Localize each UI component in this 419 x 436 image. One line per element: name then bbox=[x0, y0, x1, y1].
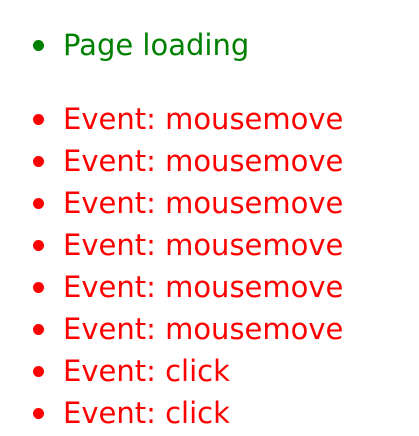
status-item: Page loading bbox=[0, 24, 419, 66]
event-text: Event: click bbox=[63, 396, 230, 430]
event-text: Event: mousemove bbox=[63, 102, 344, 136]
bullet-icon bbox=[33, 366, 44, 377]
bullet-icon bbox=[33, 198, 44, 209]
event-text: Event: mousemove bbox=[63, 186, 344, 220]
event-log: Event: mousemove Event: mousemove Event:… bbox=[0, 98, 419, 434]
event-item: Event: mousemove bbox=[0, 140, 419, 182]
event-text: Event: mousemove bbox=[63, 312, 344, 346]
event-item: Event: mousemove bbox=[0, 98, 419, 140]
event-item: Event: mousemove bbox=[0, 308, 419, 350]
event-item: Event: mousemove bbox=[0, 182, 419, 224]
bullet-icon bbox=[33, 282, 44, 293]
bullet-icon bbox=[33, 156, 44, 167]
status-list: Page loading bbox=[0, 24, 419, 66]
bullet-icon bbox=[33, 40, 44, 51]
bullet-icon bbox=[33, 240, 44, 251]
event-item: Event: click bbox=[0, 392, 419, 434]
bullet-icon bbox=[33, 324, 44, 335]
event-text: Event: mousemove bbox=[63, 270, 344, 304]
bullet-icon bbox=[33, 114, 44, 125]
event-text: Event: click bbox=[63, 354, 230, 388]
event-text: Event: mousemove bbox=[63, 144, 344, 178]
bullet-icon bbox=[33, 408, 44, 419]
status-text: Page loading bbox=[63, 28, 250, 62]
event-item: Event: mousemove bbox=[0, 224, 419, 266]
event-item: Event: mousemove bbox=[0, 266, 419, 308]
event-item: Event: click bbox=[0, 350, 419, 392]
event-text: Event: mousemove bbox=[63, 228, 344, 262]
